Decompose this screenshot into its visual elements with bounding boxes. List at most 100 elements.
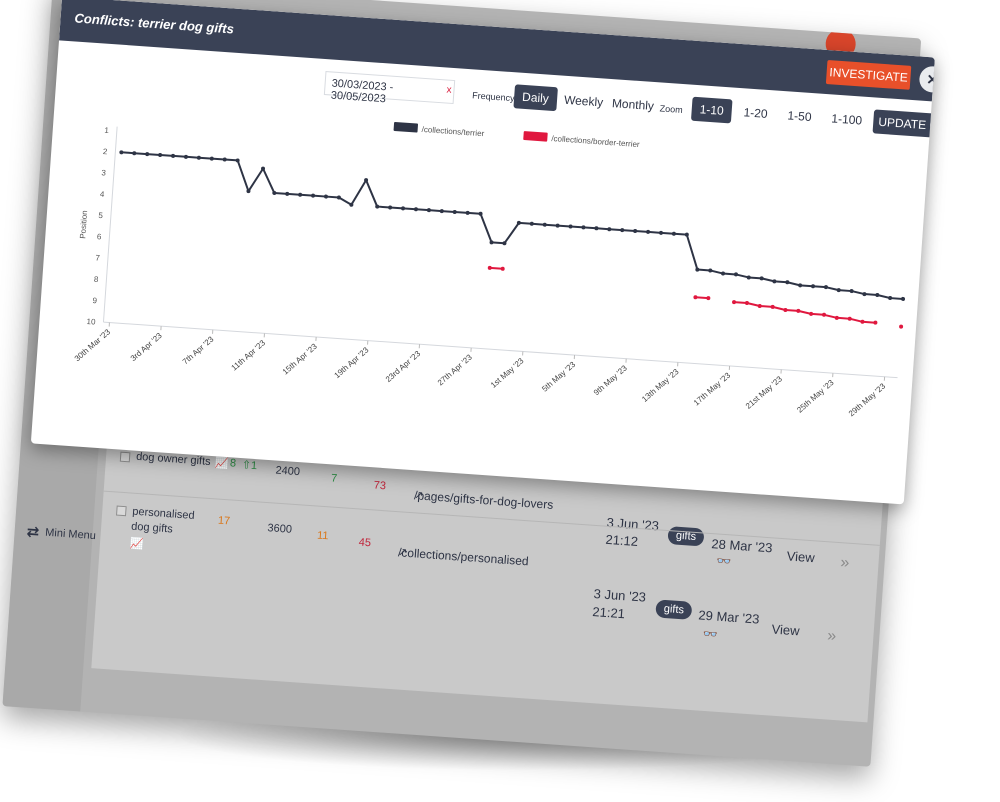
data-point [183,154,188,159]
data-point [684,232,689,237]
rank-cell: 17 [217,514,231,528]
data-point [721,271,726,276]
trend-chart-icon[interactable]: 📈 [214,456,229,470]
chart-legend: /collections/terrier/collections/border-… [393,122,640,149]
data-point [487,265,492,270]
y-tick-label: 3 [101,168,107,177]
date-range-input[interactable]: 30/03/2023 - 30/05/2023 [323,71,456,105]
trend-chart-icon[interactable]: 📈 [130,537,145,551]
x-tick-label: 25th May '23 [795,378,836,415]
x-tick-label: 3rd Apr '23 [129,331,164,363]
row-checkbox[interactable] [116,505,127,517]
row-checkbox[interactable] [119,451,131,463]
y-tick-label: 8 [94,275,100,284]
data-point [594,226,599,231]
data-point [145,152,150,157]
y-tick-label: 7 [95,253,101,262]
data-point [836,288,841,293]
data-point [783,307,788,312]
zoom-1-100[interactable]: 1-100 [823,106,871,133]
data-point [785,280,790,285]
close-icon[interactable]: × [918,65,935,94]
x-tick-label: 17th May '23 [692,370,733,407]
x-tick-label: 23rd Apr '23 [384,349,423,384]
zoom-1-20[interactable]: 1-20 [735,100,777,127]
data-point [388,205,393,210]
y-axis-title: Position [78,210,89,239]
y-tick-label: 10 [86,317,96,327]
position-chart: /collections/terrier/collections/border-… [41,87,925,496]
y-tick-label: 4 [100,190,106,199]
clear-date-icon[interactable]: x [446,85,452,96]
zoom-1-50[interactable]: 1-50 [779,103,821,130]
binoculars-icon[interactable]: 👓 [703,627,719,642]
data-point [695,267,700,272]
tilted-screen: ⇄ Mini Menu dog owner gifts 📈 8 ⇧1 2400 … [0,0,1000,802]
tag-pill[interactable]: gifts [667,526,705,547]
time-cell: 21:12 [605,531,639,549]
chart-series [119,150,906,329]
date-cell: 3 Jun '23 [593,586,647,605]
data-point [607,227,612,232]
tag-pill[interactable]: gifts [655,599,693,620]
data-point [834,315,839,320]
view-link[interactable]: View [771,622,800,639]
x-tick-label: 5th May '23 [540,360,577,394]
metric-b-cell: 73 [373,479,387,493]
frequency-daily[interactable]: Daily [513,84,558,112]
data-point [285,191,290,196]
data-point [708,268,713,273]
data-point [693,295,698,300]
data-point [426,208,431,213]
chevron-double-right-icon[interactable]: » [827,627,837,646]
data-point [875,292,880,297]
rank-change-cell: ⇧1 [241,459,258,473]
x-tick-label: 9th May '23 [592,363,629,397]
investigate-button[interactable]: INVESTIGATE [825,60,912,90]
data-point [746,275,751,280]
data-point [465,210,470,215]
external-link-icon[interactable]: ↗ [414,488,424,502]
data-point [822,312,827,317]
data-point [901,296,906,301]
chart-svg: /collections/terrier/collections/border-… [73,122,906,418]
x-tick-label: 27th Apr '23 [436,352,474,387]
legend-swatch-1 [393,122,419,133]
mini-menu-label: Mini Menu [44,526,97,543]
data-point [759,276,764,281]
legend-label-1: /collections/terrier [421,125,484,138]
data-point [298,192,303,197]
data-point [500,266,505,271]
data-point [873,320,878,325]
data-point [706,296,711,301]
data-point [757,304,762,309]
time-cell: 21:21 [591,603,626,622]
data-point [798,283,803,288]
data-point [323,194,328,199]
x-tick-label: 1st May '23 [489,356,526,390]
zoom-1-10[interactable]: 1-10 [690,96,733,124]
data-point [196,155,201,160]
data-point [401,206,406,211]
data-point [809,311,814,316]
binoculars-icon[interactable]: 👓 [716,553,732,568]
zoom-label: Zoom [659,103,684,116]
chevron-double-right-icon[interactable]: » [840,554,850,573]
view-link[interactable]: View [786,548,815,565]
data-point [796,308,801,313]
data-point [847,316,852,321]
y-tick-label: 9 [92,296,98,305]
metric-b-cell: 45 [358,536,372,550]
data-point [633,229,638,234]
data-point [899,324,904,329]
data-point [862,292,867,297]
data-point [888,296,893,301]
update-graph-button[interactable]: UPDATE GRAPH [872,109,935,141]
external-link-icon[interactable]: ↗ [398,545,408,559]
data-point [646,229,651,234]
conflicts-modal: Conflicts: terrier dog gifts INVESTIGATE… [30,0,935,505]
data-point [770,304,775,309]
frequency-monthly[interactable]: Monthly [603,91,663,119]
series-line-1 [121,151,904,300]
series-line-2 [733,301,876,324]
